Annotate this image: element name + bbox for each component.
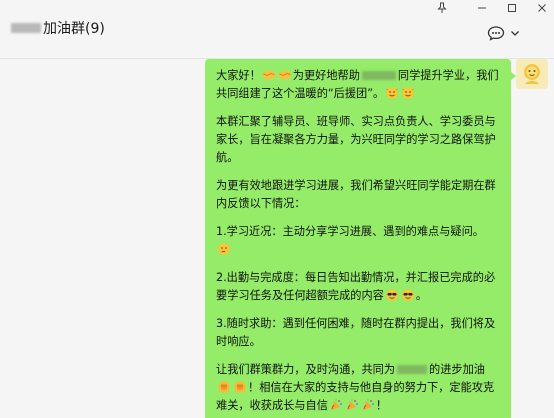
chat-window: 加油群(9) 大家好！ 为更好地帮助 同学提升学业，我们 共同组建了这个温暖的“后援团… xyxy=(0,0,554,418)
message-bubble[interactable]: 大家好！ 为更好地帮助 同学提升学业，我们 共同组建了这个温暖的“后援团”。本群汇聚了… xyxy=(205,59,511,418)
message-line: 大家好！ 为更好地帮助 同学提升学业，我们 xyxy=(216,67,501,85)
message-line-text: 航。 xyxy=(216,151,239,164)
message-line-text: 内反馈以下情况： xyxy=(216,197,306,210)
redacted-name xyxy=(361,71,396,80)
group-name: 加油群(9) xyxy=(43,21,105,37)
proud-emoji-icon xyxy=(400,87,416,100)
message-line-text: 为更有效地跟进学习进展，我们希望兴旺同学能定期在群 xyxy=(216,179,496,192)
message-area[interactable]: 大家好！ 为更好地帮助 同学提升学业，我们 共同组建了这个温暖的“后援团”。本群汇聚了… xyxy=(0,59,554,418)
message-line-text: 让我们群策群力，及时沟通，共同为 xyxy=(216,363,396,376)
message-line: 家长，旨在凝聚各方力量，为兴旺同学的学习之路保驾护 xyxy=(216,131,501,149)
message-line-text: 2.出勤与完成度：每日告知出勤情况，并汇报已完成的必 xyxy=(216,271,496,284)
message-line: ！相信在大家的支持与他自身的努力下，定能攻克 xyxy=(216,379,501,397)
minimize-icon[interactable] xyxy=(472,0,492,16)
proud-emoji-icon xyxy=(384,87,400,100)
avatar[interactable] xyxy=(516,59,548,89)
message-line: 1.学习近况：主动分享学习进展、遇到的难点与疑问。 xyxy=(216,223,501,241)
cool-emoji-icon xyxy=(400,289,416,302)
pin-icon[interactable] xyxy=(432,0,452,16)
message-line-text: 共同组建了这个温暖的“后援团”。 xyxy=(216,87,385,100)
message-line-text: 的进步加油 xyxy=(429,363,485,376)
message-line: 3.随时求助：遇到任何困难，随时在群内提出，我们将及 xyxy=(216,315,501,333)
message-line-text: 大家好！ xyxy=(216,69,261,82)
message-line: 让我们群策群力，及时沟通，共同为 的进步加油 xyxy=(216,361,501,379)
message-line-text: 本群汇聚了辅导员、班导师、实习点负责人、学习委员与 xyxy=(216,115,496,128)
message-line-text: 。 xyxy=(415,289,428,302)
maximize-icon[interactable] xyxy=(502,0,522,16)
message-line-text: 难关，收获成长与自信 xyxy=(216,399,328,412)
message-line: 为更有效地跟进学习进展，我们希望兴旺同学能定期在群 xyxy=(216,177,501,195)
chat-bubble-icon[interactable] xyxy=(486,24,506,42)
message-line-text: 3.随时求助：遇到任何困难，随时在群内提出，我们将及 xyxy=(216,317,496,330)
chat-title: 加油群(9) xyxy=(11,18,105,38)
thinking-emoji-icon xyxy=(216,243,232,256)
chevron-down-icon[interactable] xyxy=(508,24,522,42)
message-line-text: ！相信在大家的支持与他自身的努力下，定能攻克 xyxy=(248,381,495,394)
message-line-text: 时响应。 xyxy=(216,335,261,348)
title-bar: 加油群(9) xyxy=(0,0,554,59)
close-icon[interactable] xyxy=(532,0,552,16)
party-emoji-icon xyxy=(328,399,344,412)
message-line: 航。 xyxy=(216,149,501,167)
message-line: 内反馈以下情况： xyxy=(216,195,501,213)
message-line: 共同组建了这个温暖的“后援团”。 xyxy=(216,85,501,103)
redacted-name xyxy=(397,365,428,374)
message-line xyxy=(216,241,501,259)
message-line-text: 同学提升学业，我们 xyxy=(397,69,499,82)
message-line: 2.出勤与完成度：每日告知出勤情况，并汇报已完成的必 xyxy=(216,269,501,287)
message-line: 本群汇聚了辅导员、班导师、实习点负责人、学习委员与 xyxy=(216,113,501,131)
message-line-text: 为更好地帮助 xyxy=(292,69,360,82)
cool-emoji-icon xyxy=(384,289,400,302)
message-line: 时响应。 xyxy=(216,333,501,351)
message-text: 大家好！ 为更好地帮助 同学提升学业，我们 共同组建了这个温暖的“后援团”。本群汇聚了… xyxy=(216,67,501,415)
message-line-text: 要学习任务及任何超额完成的内容 xyxy=(216,289,384,302)
message-line: 要学习任务及任何超额完成的内容 。 xyxy=(216,287,501,305)
handshake-emoji-icon xyxy=(277,69,293,82)
party-emoji-icon xyxy=(344,399,360,412)
fist-emoji-icon xyxy=(216,381,232,394)
redacted-name xyxy=(11,23,41,33)
handshake-emoji-icon xyxy=(261,69,277,82)
message-line-text: 家长，旨在凝聚各方力量，为兴旺同学的学习之路保驾护 xyxy=(216,133,496,146)
message-line-text: 1.学习近况：主动分享学习进展、遇到的难点与疑问。 xyxy=(216,225,484,238)
party-emoji-icon xyxy=(360,399,376,412)
message-line-text: ！ xyxy=(375,399,388,412)
fist-emoji-icon xyxy=(232,381,248,394)
message-line: 难关，收获成长与自信 ！ xyxy=(216,397,501,415)
